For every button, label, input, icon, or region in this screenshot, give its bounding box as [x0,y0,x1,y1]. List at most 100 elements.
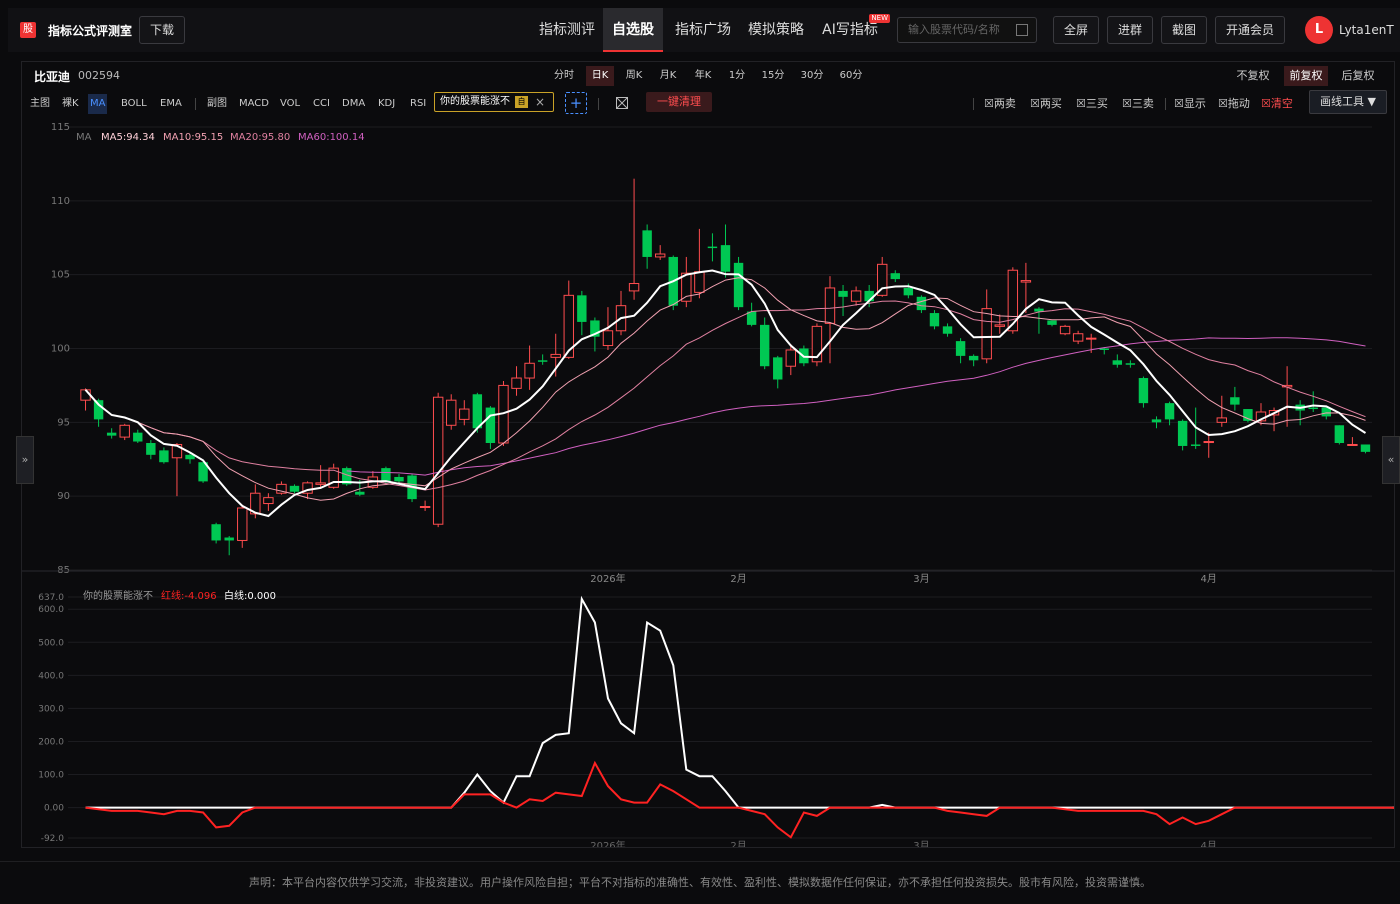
candle-body [1308,407,1318,410]
nav-indicator-square[interactable]: 指标广场 [667,8,739,52]
date-tick-label: 4月 [1201,840,1217,847]
candle-body [1216,417,1228,423]
nav-sim-strategy[interactable]: 模拟策略 [741,8,811,52]
divider [598,98,599,110]
white-line [85,595,1394,809]
candle-body [119,424,130,438]
settings-box-icon[interactable] [616,97,628,109]
candle-body [459,408,470,420]
formula-edit-icon[interactable]: 自 [515,96,528,108]
candle-body [159,450,169,463]
period-tab-intraday[interactable]: 分时 [549,66,579,86]
period-tab-monthly[interactable]: 月K [654,66,682,86]
candle-body [237,507,248,541]
sub-ind-dma[interactable]: DMA [342,94,365,114]
join-group-button[interactable]: 进群 [1107,16,1153,44]
candle-body [1360,444,1371,452]
candle-body [224,537,234,541]
adjust-forward[interactable]: 前复权 [1284,66,1328,86]
candle-body [654,253,666,258]
main-ind-ema[interactable]: EMA [160,94,182,114]
price-tick-label: 115 [51,122,70,133]
period-tab-15min[interactable]: 15分 [758,66,788,86]
stock-name: 比亚迪 [34,70,71,84]
candle-body [903,287,914,296]
period-tab-30min[interactable]: 30分 [797,66,827,86]
sub-ind-macd[interactable]: MACD [239,94,269,114]
check-drag[interactable]: ☒拖动 [1218,94,1250,114]
candle-body [550,353,561,358]
candle-body [1334,425,1345,444]
stock-code: 002594 [78,69,120,82]
username[interactable]: Lyta1enT [1339,23,1394,37]
check-two-sell[interactable]: ☒两卖 [984,94,1016,114]
main-ind-bare-k[interactable]: 裸K [62,94,79,114]
indicator-tick-label: 400.0 [38,671,64,681]
candle-body [93,400,104,420]
fullscreen-button[interactable]: 全屏 [1053,16,1099,44]
check-show[interactable]: ☒显示 [1174,94,1206,114]
main-indicator-label: 主图 [30,98,50,109]
check-two-sell-label: 两卖 [993,97,1016,110]
main-ind-boll[interactable]: BOLL [121,94,147,114]
nav-indicator-review[interactable]: 指标测评 [531,8,603,52]
right-panel-toggle[interactable]: « [1382,436,1400,484]
draw-tool-dropdown[interactable]: 画线工具 ▼ [1309,90,1387,114]
candle-body [628,283,640,292]
add-indicator-button[interactable]: + [565,92,587,114]
check-clear[interactable]: ☒清空 [1261,94,1293,114]
formula-tag-label: 你的股票能涨不 [440,96,510,107]
sub-ind-vol[interactable]: VOL [280,94,300,114]
candle-body [1164,403,1175,420]
candle-body [211,524,221,541]
sub-ind-kdj[interactable]: KDJ [378,94,395,114]
period-tab-60min[interactable]: 60分 [836,66,866,86]
indicator-legend-white: 白线:0.000 [224,589,276,602]
period-tab-weekly[interactable]: 周K [620,66,648,86]
check-three-buy-label: 三买 [1085,97,1108,110]
price-tick-label: 95 [57,417,70,428]
candle-body [1190,444,1201,446]
active-formula-tag[interactable]: 你的股票能涨不 自 × [434,92,554,112]
adjust-none[interactable]: 不复权 [1233,66,1273,86]
period-tab-yearly[interactable]: 年K [689,66,717,86]
nav-watchlist[interactable]: 自选股 [603,8,663,52]
kline-chart[interactable]: 1151101051009590852026年 2月 3月 4月MA MA5:94.34… [22,119,1394,847]
adjust-backward[interactable]: 后复权 [1338,66,1378,86]
candle-body [524,362,535,379]
indicator-tick-label: -92.0 [41,834,65,844]
stock-search-input[interactable]: 输入股票代码/名称 [897,17,1037,43]
nav-ai-indicator[interactable]: AI写指标 NEW [816,8,890,52]
candle-body [1347,443,1358,446]
candle-body [432,396,444,525]
price-tick-label: 110 [51,196,70,207]
membership-button[interactable]: 开通会员 [1215,16,1285,44]
candle-body [1125,363,1136,365]
candle-body [537,360,548,362]
period-tab-1min[interactable]: 1分 [724,66,750,86]
period-tab-daily[interactable]: 日K [586,66,614,86]
search-clear-icon[interactable] [1016,24,1028,36]
price-tick-label: 105 [51,270,70,281]
check-two-buy[interactable]: ☒两买 [1030,94,1062,114]
candle-body [289,485,300,492]
formula-close-icon[interactable]: × [535,93,545,111]
indicator-tick-label: 300.0 [38,704,64,714]
sub-ind-cci[interactable]: CCI [313,94,330,114]
candle-body [394,476,404,482]
left-panel-toggle[interactable]: » [16,436,34,484]
avatar[interactable]: L [1305,16,1333,44]
check-clear-label: 清空 [1270,97,1293,110]
main-ind-ma[interactable]: MA [88,94,108,114]
check-three-buy[interactable]: ☒三买 [1076,94,1108,114]
check-three-sell[interactable]: ☒三卖 [1122,94,1154,114]
download-button[interactable]: 下载 [139,16,185,44]
sub-ind-rsi[interactable]: RSI [410,94,426,114]
one-click-clear-button[interactable]: 一键清理 [646,92,712,112]
candle-body [1112,360,1123,365]
candle-body [511,377,522,389]
candle-body [1230,397,1240,405]
screenshot-button[interactable]: 截图 [1161,16,1207,44]
candle-body [1059,325,1071,335]
candle-body [446,399,457,426]
